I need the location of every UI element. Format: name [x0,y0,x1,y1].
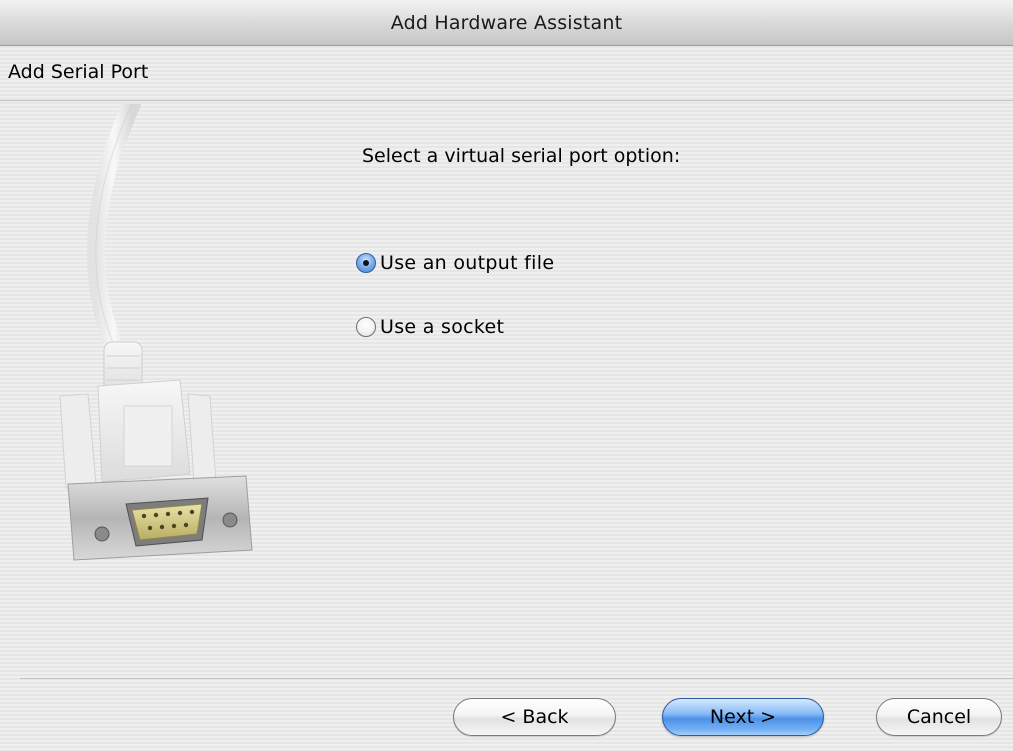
radio-option-output-file[interactable]: Use an output file [356,249,554,277]
title-bar[interactable]: Add Hardware Assistant [0,0,1013,46]
option-prompt: Select a virtual serial port option: [362,145,681,167]
step-header: Add Serial Port [0,46,1013,101]
cancel-button[interactable]: Cancel [876,698,1002,736]
radio-button-unselected-icon[interactable] [356,317,376,337]
next-button[interactable]: Next > [662,698,824,736]
radio-label-socket[interactable]: Use a socket [380,316,504,338]
radio-label-output-file[interactable]: Use an output file [380,252,554,274]
main-content: Select a virtual serial port option: Use… [0,102,1013,677]
radio-option-socket[interactable]: Use a socket [356,313,504,341]
step-title: Add Serial Port [8,61,149,83]
radio-button-selected-icon[interactable] [356,253,376,273]
footer-divider [20,678,1013,679]
window-title: Add Hardware Assistant [390,11,623,34]
back-button[interactable]: < Back [453,698,616,736]
add-hardware-assistant-window: Add Hardware Assistant Add Serial Port S… [0,0,1013,751]
